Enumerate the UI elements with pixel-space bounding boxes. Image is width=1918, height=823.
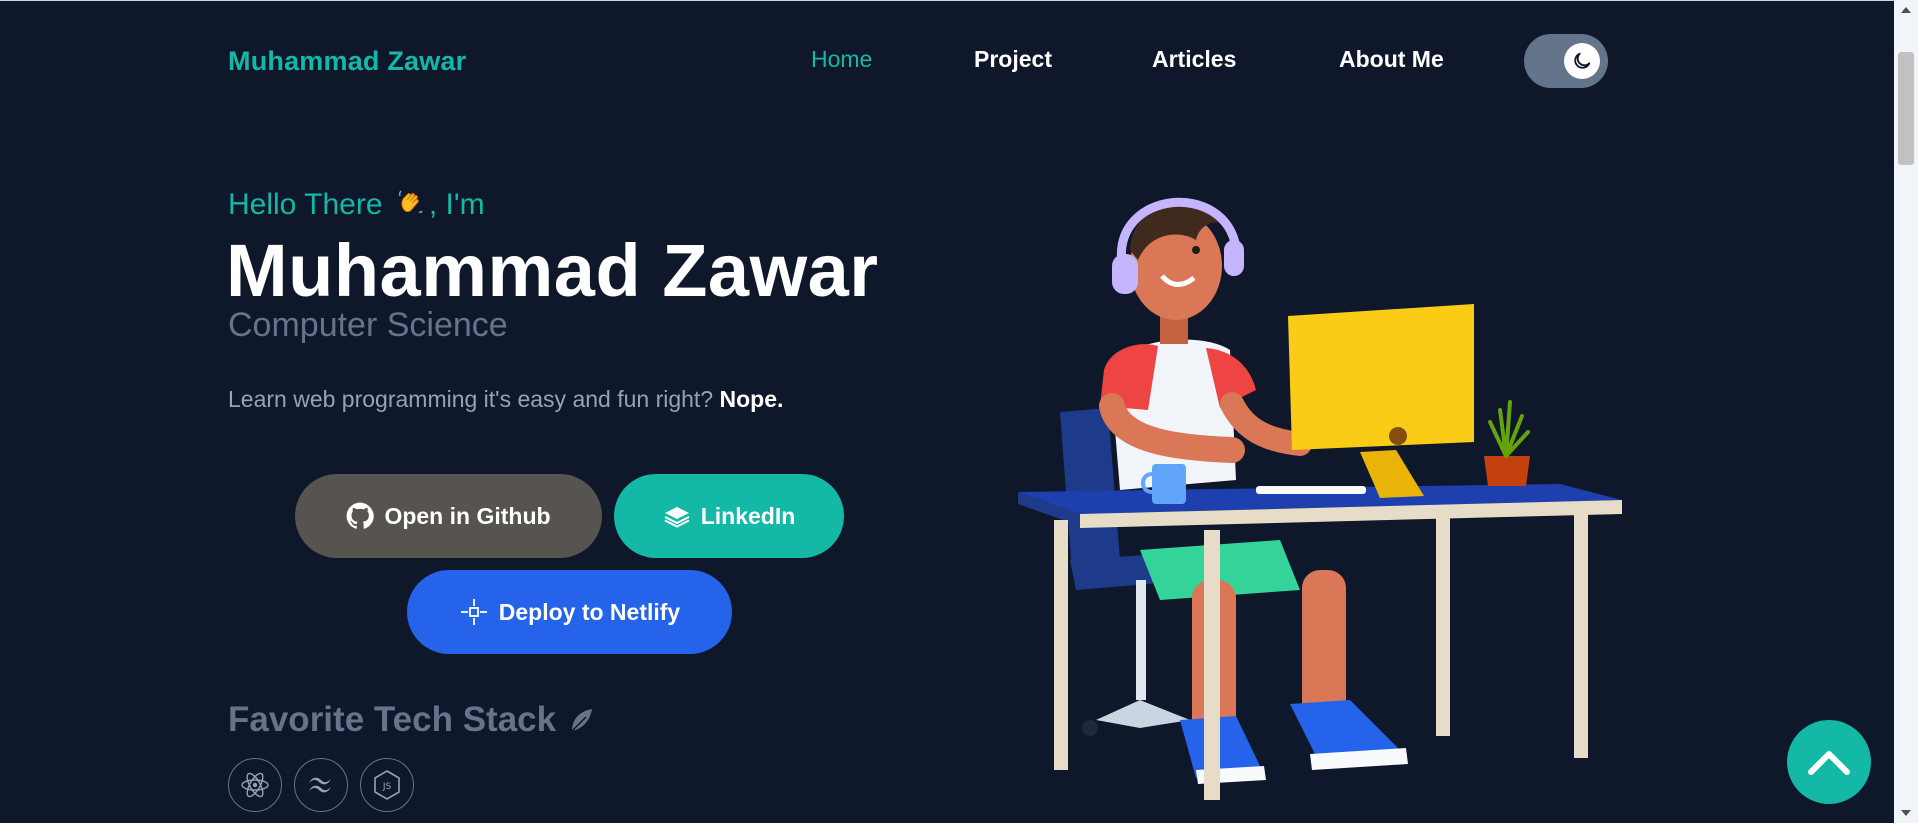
greeting-post: , I'm bbox=[428, 188, 485, 221]
scrollbar-thumb[interactable] bbox=[1898, 52, 1914, 165]
tailwind-icon[interactable] bbox=[294, 758, 348, 812]
leaf-icon bbox=[571, 709, 592, 732]
netlify-button-label: Deploy to Netlify bbox=[498, 598, 681, 625]
linkedin-button-label: LinkedIn bbox=[700, 502, 796, 529]
window-top-border bbox=[0, 0, 1918, 1]
monitor bbox=[1256, 304, 1474, 498]
brand-logo[interactable]: Muhammad Zawar bbox=[228, 46, 466, 77]
hero-name: Muhammad Zawar bbox=[226, 229, 879, 312]
developer-at-desk-illustration bbox=[1018, 197, 1622, 800]
tech-stack-title: Favorite Tech Stack bbox=[228, 700, 596, 740]
nav-articles[interactable]: Articles bbox=[1152, 46, 1236, 73]
nodejs-icon[interactable]: JS bbox=[360, 758, 414, 812]
hero-tagline: Learn web programming it's easy and fun … bbox=[228, 386, 783, 413]
layers-icon bbox=[664, 507, 690, 528]
tagline-text: Learn web programming it's easy and fun … bbox=[228, 386, 714, 412]
theme-toggle-knob bbox=[1564, 43, 1600, 79]
greeting-pre: Hello There bbox=[228, 188, 383, 221]
svg-text:JS: JS bbox=[382, 782, 392, 792]
deploy-to-netlify-button[interactable]: Deploy to Netlify bbox=[407, 570, 732, 654]
hero-role: Computer Science bbox=[228, 306, 508, 344]
github-button-label: Open in Github bbox=[384, 502, 551, 529]
theme-toggle[interactable] bbox=[1524, 34, 1608, 88]
waving-hand-icon bbox=[395, 188, 425, 226]
open-in-github-button[interactable]: Open in Github bbox=[295, 474, 602, 558]
tagline-emphasis: Nope. bbox=[719, 386, 784, 412]
greeting: Hello There , I'm bbox=[228, 188, 485, 226]
tech-stack-icons: JS bbox=[228, 758, 414, 812]
chevron-up-icon bbox=[1808, 751, 1850, 775]
linkedin-button[interactable]: LinkedIn bbox=[614, 474, 844, 558]
netlify-icon bbox=[460, 599, 487, 625]
plant bbox=[1484, 400, 1530, 486]
moon-icon bbox=[1574, 52, 1591, 69]
scroll-to-top-button[interactable] bbox=[1787, 720, 1871, 804]
scroll-up-arrow-icon[interactable] bbox=[1894, 0, 1918, 20]
github-icon bbox=[347, 502, 375, 529]
tech-stack-title-text: Favorite Tech Stack bbox=[228, 700, 557, 739]
nav-about-me[interactable]: About Me bbox=[1339, 46, 1444, 73]
nav-home[interactable]: Home bbox=[811, 46, 872, 73]
nav-project[interactable]: Project bbox=[974, 46, 1052, 73]
scroll-down-arrow-icon[interactable] bbox=[1894, 803, 1918, 823]
react-icon[interactable] bbox=[228, 758, 282, 812]
page-scrollbar[interactable] bbox=[1894, 0, 1918, 823]
